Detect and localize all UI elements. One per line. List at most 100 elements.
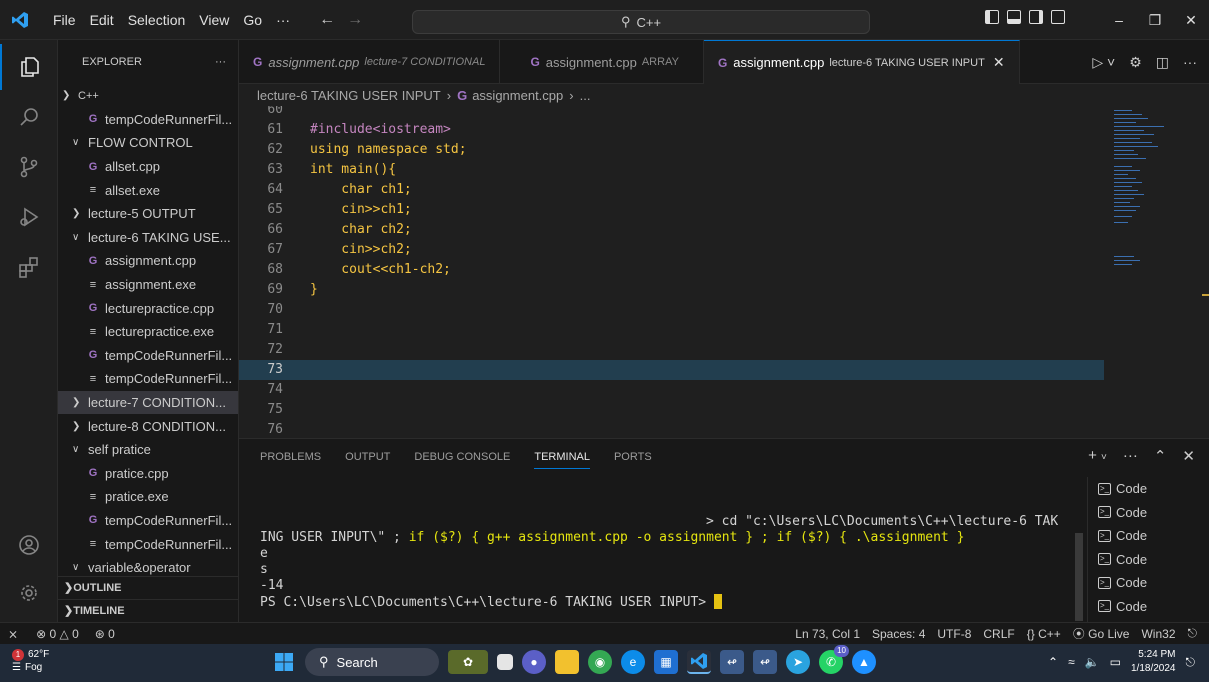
close-window-button[interactable]: ✕ (1173, 0, 1209, 40)
panel-tab-output[interactable]: OUTPUT (345, 451, 390, 469)
menu-view[interactable]: View (192, 0, 236, 40)
toggle-secondary-sidebar-icon[interactable] (1029, 10, 1043, 24)
encoding[interactable]: UTF-8 (937, 627, 971, 641)
tab-assignment-lecture7[interactable]: G assignment.cpp lecture-7 CONDITIONAL (239, 40, 501, 84)
app-icon[interactable]: ↫ (753, 650, 777, 674)
tab-assignment-lecture6[interactable]: G assignment.cpp lecture-6 TAKING USER I… (703, 40, 1020, 84)
tab-assignment-array[interactable]: G assignment.cpp ARRAY (500, 40, 704, 84)
split-editor-icon[interactable]: ◫ (1156, 54, 1169, 71)
notifications-bell-icon[interactable]: ⎋ (1188, 626, 1198, 641)
tree-item[interactable]: ≡ tempCodeRunnerFil... (58, 367, 238, 391)
close-panel-icon[interactable]: ✕ (1182, 447, 1195, 465)
terminal-output[interactable]: > cd "c:\Users\LC\Documents\C++\lecture-… (260, 514, 1080, 611)
restore-button[interactable]: ❐ (1137, 0, 1173, 40)
battery-icon[interactable]: ▭ (1110, 655, 1121, 669)
whatsapp-icon[interactable]: ✆ 10 (819, 645, 849, 674)
menu-file[interactable]: File (46, 0, 83, 40)
timeline-section[interactable]: ❯ TIMELINE (58, 599, 238, 621)
tree-item[interactable]: ❯ lecture-7 CONDITION... (58, 390, 238, 415)
tree-item[interactable]: ❯ C++ (58, 84, 238, 108)
widgets-icon[interactable]: ✿ (448, 650, 488, 674)
terminal-app-icon[interactable]: ↫ (720, 650, 744, 674)
manage-gear-icon[interactable] (0, 570, 58, 616)
remote-icon[interactable]: ⨯ (8, 627, 18, 641)
menu-go[interactable]: Go (236, 0, 269, 40)
taskbar-search[interactable]: ⚲ Search (305, 648, 439, 676)
windows-start-icon[interactable] (272, 650, 296, 674)
tree-item[interactable]: ❯ lecture-5 OUTPUT (58, 202, 238, 226)
weather-widget[interactable]: 1 62°F ☰ Fog (12, 648, 49, 674)
tree-item[interactable]: ≡ pratice.exe (58, 485, 238, 509)
source-control-icon[interactable] (0, 144, 58, 190)
clock[interactable]: 5:24 PM 1/18/2024 (1131, 648, 1176, 676)
settings-gear-icon[interactable]: ⚙ (1129, 54, 1142, 71)
panel-tab-debug-console[interactable]: DEBUG CONSOLE (414, 451, 510, 469)
toggle-sidebar-icon[interactable] (985, 10, 999, 24)
terminal-list-item[interactable]: >_ Code (1088, 571, 1209, 595)
tree-item[interactable]: ≡ lecturepractice.exe (58, 320, 238, 344)
menu-selection[interactable]: Selection (121, 0, 193, 40)
code-editor[interactable]: 60 61 #include<iostream> 62 using namespace … (239, 106, 1209, 438)
tree-item[interactable]: ∨ FLOW CONTROL (58, 131, 238, 155)
extensions-icon[interactable] (0, 244, 58, 290)
panel-tab-terminal[interactable]: TERMINAL (534, 451, 590, 469)
tree-item[interactable]: ≡ allset.exe (58, 178, 238, 202)
tree-item[interactable]: ❯ lecture-8 CONDITION... (58, 414, 238, 438)
file-explorer-icon[interactable] (555, 650, 579, 674)
tree-item[interactable]: ∨ lecture-6 TAKING USE... (58, 226, 238, 250)
indentation[interactable]: Spaces: 4 (872, 627, 925, 641)
tree-item[interactable]: Gpratice.cpp (58, 462, 238, 486)
breadcrumb-rest[interactable]: ... (580, 88, 591, 103)
customize-layout-icon[interactable] (1051, 10, 1065, 24)
explorer-more-icon[interactable]: ··· (215, 56, 226, 68)
tree-item[interactable]: GtempCodeRunnerFil... (58, 344, 238, 368)
outline-section[interactable]: ❯ OUTLINE (58, 576, 238, 598)
tree-item[interactable]: GtempCodeRunnerFil... (58, 509, 238, 533)
telegram-icon[interactable]: ➤ (786, 650, 810, 674)
end-of-line[interactable]: CRLF (983, 627, 1014, 641)
language-mode[interactable]: {} C++ (1027, 627, 1061, 641)
docker-icon[interactable]: ▲ (852, 650, 876, 674)
show-hidden-icons-icon[interactable]: ⌃ (1048, 655, 1058, 669)
command-center-search[interactable]: ⚲ C++ (412, 10, 870, 34)
terminal-list-item[interactable]: >_ Code (1088, 548, 1209, 572)
search-icon[interactable] (0, 94, 58, 140)
terminal-list-item[interactable]: >_ Code (1088, 595, 1209, 619)
platform[interactable]: Win32 (1141, 627, 1175, 641)
more-actions-icon[interactable]: ··· (1183, 54, 1197, 70)
volume-icon[interactable]: 🔈 (1085, 655, 1100, 669)
tree-item[interactable]: Glecturepractice.cpp (58, 296, 238, 320)
new-terminal-icon[interactable]: + ˅ (1088, 447, 1107, 465)
terminal-list-item[interactable]: >_ Code (1088, 501, 1209, 525)
tree-item[interactable]: Gassignment.cpp (58, 249, 238, 273)
vscode-taskbar-icon[interactable] (687, 650, 711, 674)
task-view-icon[interactable] (497, 654, 513, 670)
chrome-icon[interactable]: ◉ (588, 650, 612, 674)
run-code-icon[interactable]: ▷ ˅ (1092, 54, 1115, 71)
notification-bell-icon[interactable]: ⎋ (1186, 655, 1196, 670)
back-arrow-icon[interactable]: ← (319, 11, 335, 29)
panel-tab-problems[interactable]: PROBLEMS (260, 451, 321, 469)
breadcrumb-file[interactable]: assignment.cpp (472, 88, 563, 103)
close-tab-icon[interactable]: ✕ (993, 54, 1005, 71)
problems-status[interactable]: ⊗ 0 △ 0 (36, 627, 79, 641)
explorer-icon[interactable] (0, 44, 58, 90)
panel-tab-ports[interactable]: PORTS (614, 451, 652, 469)
tree-item[interactable]: Gallset.cpp (58, 155, 238, 179)
tree-item[interactable]: ≡ assignment.exe (58, 273, 238, 297)
more-actions-icon[interactable]: ··· (1123, 447, 1138, 465)
run-debug-icon[interactable] (0, 194, 58, 240)
cursor-position[interactable]: Ln 73, Col 1 (795, 627, 860, 641)
breadcrumb-folder[interactable]: lecture-6 TAKING USER INPUT (257, 88, 441, 103)
tree-item[interactable]: ≡ tempCodeRunnerFil... (58, 532, 238, 556)
edge-icon[interactable]: e (621, 650, 645, 674)
go-live-button[interactable]: ⦿ Go Live (1073, 625, 1130, 642)
toggle-panel-icon[interactable] (1007, 10, 1021, 24)
forward-arrow-icon[interactable]: → (347, 11, 363, 29)
menu-more[interactable]: ··· (269, 0, 297, 40)
terminal-scrollbar[interactable] (1075, 533, 1083, 621)
teams-chat-icon[interactable]: ● (522, 650, 546, 674)
ports-status[interactable]: ⊛ 0 (95, 627, 115, 641)
tree-item[interactable]: GtempCodeRunnerFil... (58, 108, 238, 132)
tree-item[interactable]: ∨ self pratice (58, 438, 238, 462)
